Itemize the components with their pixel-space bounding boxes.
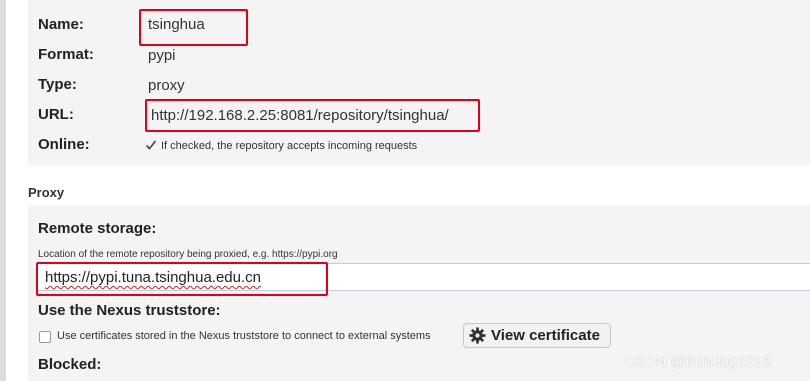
proxy-section-heading: Proxy: [28, 185, 65, 200]
truststore-checkbox[interactable]: [39, 331, 51, 343]
checkmark-icon: [145, 140, 157, 150]
online-checkbox[interactable]: [145, 139, 157, 151]
url-highlight-box: [145, 99, 480, 132]
watermark: CSDN @thinklog2018: [624, 353, 771, 370]
remote-storage-label: Remote storage:: [38, 220, 157, 237]
gear-icon: [469, 327, 486, 344]
truststore-label: Use the Nexus truststore:: [38, 302, 221, 319]
name-highlight-box: [139, 9, 248, 46]
remote-storage-help-text: Location of the remote repository being …: [38, 249, 338, 260]
format-label: Format:: [38, 46, 94, 63]
name-label: Name:: [38, 16, 84, 33]
view-certificate-button[interactable]: View certificate: [463, 323, 611, 348]
left-border: [0, 0, 6, 381]
online-help-text: If checked, the repository accepts incom…: [161, 140, 418, 152]
url-label: URL:: [38, 106, 74, 123]
truststore-help-text: Use certificates stored in the Nexus tru…: [57, 330, 431, 342]
format-value: pypi: [148, 47, 176, 64]
type-label: Type:: [38, 76, 77, 93]
online-label: Online:: [38, 136, 90, 153]
view-certificate-label: View certificate: [491, 327, 600, 344]
remote-storage-highlight-box: [36, 262, 328, 296]
blocked-label: Blocked:: [38, 356, 102, 373]
type-value: proxy: [148, 77, 185, 94]
